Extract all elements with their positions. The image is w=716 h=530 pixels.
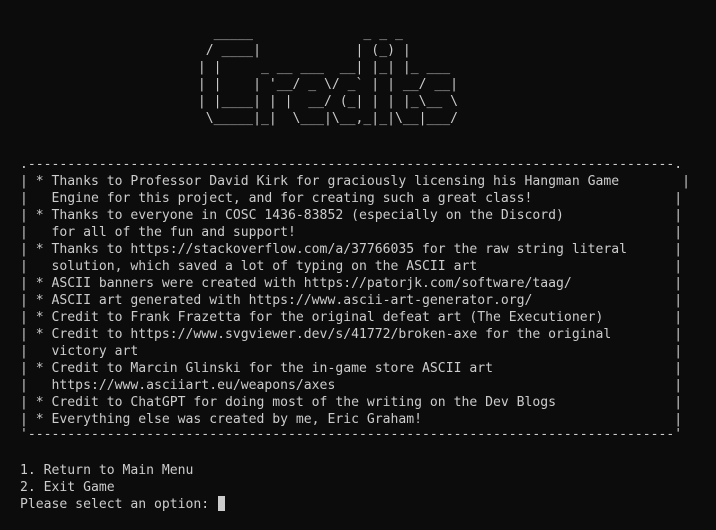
text-cursor[interactable]: [218, 496, 226, 511]
credits-line: | * Credit to Frank Frazetta for the ori…: [20, 310, 683, 325]
input-prompt-label: Please select an option:: [20, 497, 218, 512]
credits-line: | for all of the fun and support! |: [20, 225, 683, 240]
console-window: _____ _ _ _ / ____| | (_) | | | _ __ ___…: [0, 0, 716, 530]
credits-line: | * Credit to Marcin Glinski for the in-…: [20, 361, 683, 376]
menu-option-exit-game: 2. Exit Game: [20, 480, 115, 495]
credits-ascii-banner: _____ _ _ _ / ____| | (_) | | | _ __ ___…: [197, 26, 459, 126]
credits-line: | * Credit to ChatGPT for doing most of …: [20, 395, 683, 410]
input-prompt-row[interactable]: Please select an option:: [20, 496, 226, 513]
credits-box-top-border: .---------------------------------------…: [20, 157, 683, 172]
credits-line: | * Thanks to Professor David Kirk for g…: [20, 174, 691, 189]
credits-line: | victory art |: [20, 344, 683, 359]
credits-line: | * Thanks to everyone in COSC 1436-8385…: [20, 208, 683, 223]
menu-option-return-main-menu: 1. Return to Main Menu: [20, 463, 194, 478]
credits-line: | solution, which saved a lot of typing …: [20, 259, 683, 274]
credits-line: | * ASCII banners were created with http…: [20, 276, 683, 291]
credits-line: | * ASCII art generated with https://www…: [20, 293, 683, 308]
credits-line: | * Thanks to https://stackoverflow.com/…: [20, 242, 683, 257]
credits-box-bottom-border: '---------------------------------------…: [20, 427, 683, 442]
credits-line: | Engine for this project, and for creat…: [20, 191, 683, 206]
credits-line: | https://www.asciiart.eu/weapons/axes |: [20, 378, 683, 393]
credits-line: | * Credit to https://www.svgviewer.dev/…: [20, 327, 683, 342]
